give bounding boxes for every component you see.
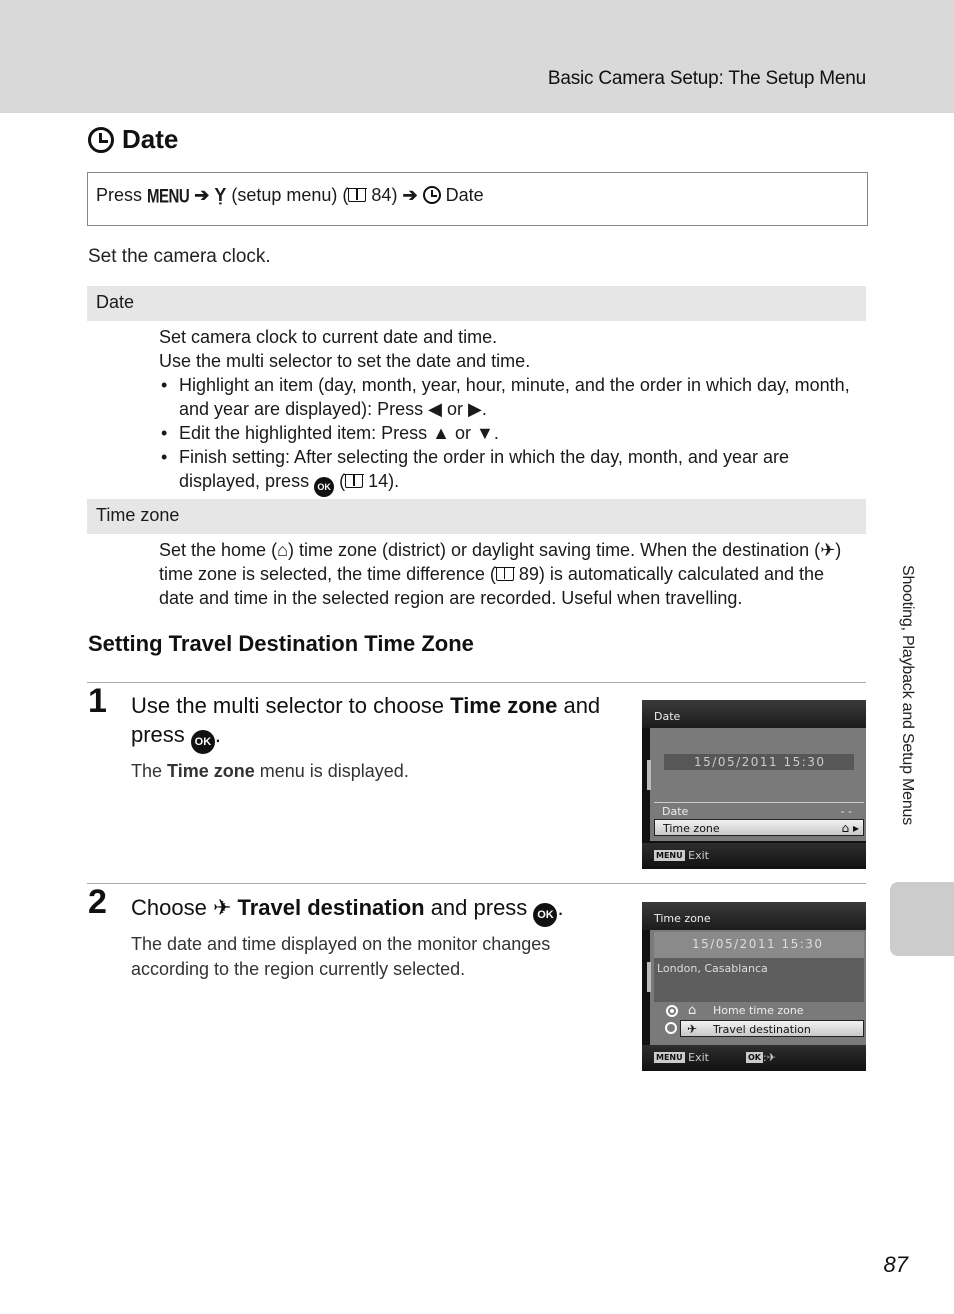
ok-button-icon: OK: [190, 730, 215, 754]
right-arrow-icon: ▶: [468, 399, 482, 419]
option-travel-destination[interactable]: ✈ Travel destination: [680, 1020, 864, 1037]
ok-airplane-hint: OK:✈: [746, 1051, 776, 1064]
airplane-icon: ✈: [766, 1051, 776, 1064]
ok-button-icon: OK: [314, 477, 335, 497]
section-body-time-zone: Set the home (⌂) time zone (district) or…: [159, 540, 842, 608]
page-title: Date: [88, 124, 178, 155]
camera-screen-time-zone-menu: Time zone 15/05/2011 15:30 London, Casab…: [642, 902, 866, 1071]
menu-item-time-zone[interactable]: Time zone ⌂ ▸: [654, 819, 864, 836]
page-reference[interactable]: 84): [371, 185, 397, 205]
camera-screen-date-menu: Date 15/05/2011 15:30 Date - - Time zone…: [642, 700, 866, 869]
page-title-text: Date: [122, 124, 179, 154]
radio-checked[interactable]: [666, 1005, 678, 1017]
up-arrow-icon: ▲: [432, 423, 450, 443]
home-icon: ⌂: [277, 540, 288, 560]
press-label: Press: [96, 185, 143, 205]
screen-title: Date: [642, 700, 866, 728]
book-reference-icon: [347, 188, 368, 202]
ok-button-icon: OK: [746, 1052, 763, 1063]
step-number: 1: [88, 682, 107, 720]
datetime-display: 15/05/2011 15:30: [664, 754, 854, 770]
page-number: 87: [883, 1252, 908, 1277]
step-description: The date and time displayed on the monit…: [131, 934, 551, 979]
option-home-time-zone[interactable]: ⌂ Home time zone: [654, 1002, 864, 1020]
down-arrow-icon: ▼: [476, 423, 494, 443]
header-band: [0, 0, 954, 113]
bullet-item: Finish setting: After selecting the orde…: [159, 445, 859, 497]
step-description: The Time zone menu is displayed.: [131, 761, 409, 781]
airplane-icon: ✈: [212, 895, 232, 920]
divider: [87, 883, 866, 884]
page-reference[interactable]: 14).: [368, 471, 399, 491]
screen-title: Time zone: [642, 902, 866, 930]
datetime-display: 15/05/2011 15:30: [654, 932, 864, 958]
subheading: Setting Travel Destination Time Zone: [88, 631, 474, 656]
step-number: 2: [88, 883, 107, 921]
region-name: London, Casablanca: [657, 962, 768, 975]
arrow-right-icon: ➔: [194, 185, 210, 205]
side-tab-label: Shooting, Playback and Setup Menus: [899, 565, 916, 826]
screen-footer: MENU Exit OK:✈: [642, 1045, 866, 1071]
date-label: Date: [445, 185, 484, 205]
menu-button-icon: MENU: [654, 850, 685, 861]
book-reference-icon: [344, 474, 365, 488]
menu-item-date[interactable]: Date - -: [654, 803, 864, 820]
bullet-item: Edit the highlighted item: Press ▲ or ▼.: [159, 421, 859, 445]
intro-text: Set the camera clock.: [88, 246, 271, 267]
screen-footer: MENU Exit: [642, 843, 866, 869]
exit-label: Exit: [688, 849, 709, 862]
radio-unchecked[interactable]: [665, 1022, 677, 1034]
menu-button-icon: MENU: [654, 1052, 685, 1063]
setup-menu-label: (setup menu) (: [231, 185, 349, 205]
running-header: Basic Camera Setup: The Setup Menu: [547, 68, 866, 89]
scrollbar[interactable]: [647, 962, 651, 992]
section-header-date: Date: [87, 286, 866, 321]
divider: [87, 682, 866, 683]
airplane-icon: ✈: [820, 540, 836, 560]
menu-button-icon: MENU: [147, 185, 190, 208]
clock-icon: [422, 186, 441, 204]
ok-button-icon: OK: [533, 903, 558, 927]
menu-path-box: Press MENU ➔ Ỵ (setup menu) ( 84) ➔ Date: [87, 172, 868, 226]
side-tab-marker: [890, 882, 954, 956]
book-reference-icon: [494, 567, 515, 581]
section-header-time-zone: Time zone: [87, 499, 866, 534]
step-title: Choose ✈ Travel destination and press OK…: [131, 893, 621, 927]
left-arrow-icon: ◀: [428, 399, 442, 419]
step-title: Use the multi selector to choose Time zo…: [131, 691, 611, 754]
airplane-icon: ✈: [687, 1022, 698, 1036]
body-line: Set camera clock to current date and tim…: [159, 327, 498, 347]
body-line: Use the multi selector to set the date a…: [159, 351, 531, 371]
section-body-date: Set camera clock to current date and tim…: [159, 325, 859, 497]
bullet-list: Highlight an item (day, month, year, hou…: [159, 373, 859, 497]
scrollbar[interactable]: [647, 760, 651, 790]
bullet-item: Highlight an item (day, month, year, hou…: [159, 373, 859, 421]
arrow-right-icon: ➔: [402, 185, 418, 205]
wrench-icon: Ỵ: [214, 185, 227, 205]
clock-icon: [88, 126, 114, 153]
home-icon: ⌂: [688, 1003, 697, 1018]
exit-label: Exit: [688, 1051, 709, 1064]
home-icon: ⌂ ▸: [841, 821, 859, 835]
